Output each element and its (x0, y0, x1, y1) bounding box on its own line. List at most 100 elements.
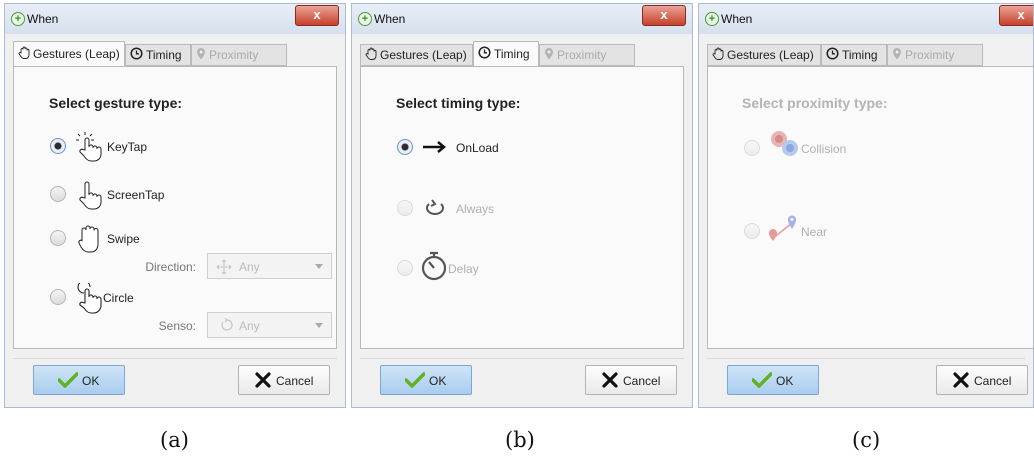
tab-label: Timing (842, 48, 878, 62)
option-label: Delay (448, 262, 479, 276)
location-pin-icon (544, 46, 554, 66)
cross-icon (255, 372, 271, 391)
dialog-window: + When x Gestures (Leap) Timing Proximit… (698, 3, 1034, 408)
cancel-button[interactable]: Cancel (585, 365, 677, 395)
close-button[interactable]: x (999, 5, 1033, 26)
tab-gestures[interactable]: Gestures (Leap) (707, 44, 821, 66)
section-heading: Select timing type: (396, 95, 521, 111)
radio-button[interactable] (397, 200, 413, 216)
tab-label: Timing (494, 47, 530, 61)
senso-label: Senso: (158, 319, 196, 333)
refresh-icon (422, 197, 448, 222)
window-title: When (374, 12, 406, 26)
caption-c: (c) (852, 428, 881, 452)
tab-timing[interactable]: Timing (821, 44, 887, 66)
chevron-down-icon (315, 264, 323, 269)
tab-label: Proximity (209, 48, 259, 62)
footer-divider (360, 358, 684, 359)
when-dialog-timing: + When x Gestures (Leap) Timing Proximit… (351, 3, 693, 408)
rotate-icon (220, 317, 234, 335)
cross-icon (602, 372, 618, 391)
radio-button[interactable] (50, 186, 66, 202)
radio-button-selected[interactable] (397, 139, 413, 155)
option-label: Always (456, 202, 495, 216)
cross-icon (953, 372, 969, 391)
dialog-window: + When x Gestures (Leap) Timing Proximit… (4, 3, 346, 408)
collision-icon (768, 128, 802, 161)
option-label: Collision (801, 142, 847, 156)
tab-bar: Gestures (Leap) Timing Proximity (13, 41, 313, 67)
tab-label: Gestures (Leap) (380, 48, 467, 62)
title-bar: + When x (352, 4, 692, 34)
dialog-window: + When x Gestures (Leap) Timing Proximit… (351, 3, 693, 408)
key-tap-icon (76, 132, 104, 165)
close-button[interactable]: x (295, 5, 339, 26)
ok-button[interactable]: OK (727, 365, 819, 395)
window-title: When (721, 12, 753, 26)
cancel-button[interactable]: Cancel (238, 365, 330, 395)
direction-select[interactable]: Any (207, 253, 332, 279)
title-bar: + When x (699, 4, 1033, 34)
clock-icon (826, 46, 839, 66)
caption-b: (b) (505, 428, 535, 452)
radio-button[interactable] (50, 230, 66, 246)
chevron-down-icon (315, 323, 323, 328)
ok-button[interactable]: OK (380, 365, 472, 395)
window-title: When (27, 12, 59, 26)
tab-timing[interactable]: Timing (473, 41, 539, 67)
option-label: KeyTap (107, 140, 148, 154)
radio-button[interactable] (744, 223, 760, 239)
radio-button[interactable] (50, 289, 66, 305)
tab-label: Proximity (557, 48, 607, 62)
cancel-button[interactable]: Cancel (936, 365, 1028, 395)
footer-divider (707, 358, 1025, 359)
cancel-label: Cancel (276, 374, 314, 388)
option-label: Near (801, 225, 828, 239)
circle-gesture-icon (76, 280, 106, 320)
tab-content: Select gesture type: KeyTap ScreenTap Sw… (13, 66, 337, 349)
option-label: OnLoad (456, 141, 499, 155)
when-dialog-proximity: + When x Gestures (Leap) Timing Proximit… (698, 3, 1034, 408)
check-icon (404, 372, 426, 391)
tab-bar: Gestures (Leap) Timing Proximity (360, 41, 660, 67)
hand-icon (18, 43, 30, 67)
ok-button[interactable]: OK (33, 365, 125, 395)
ok-label: OK (82, 374, 100, 388)
tab-proximity[interactable]: Proximity (191, 44, 287, 66)
radio-button-selected[interactable] (50, 138, 66, 154)
tab-label: Timing (146, 48, 182, 62)
cancel-label: Cancel (623, 374, 661, 388)
stopwatch-icon (419, 250, 449, 285)
tab-proximity[interactable]: Proximity (887, 44, 983, 66)
footer-divider (13, 358, 337, 359)
radio-button[interactable] (744, 140, 760, 156)
location-pin-icon (892, 46, 902, 66)
plus-circle-icon: + (11, 12, 25, 26)
title-bar: + When x (5, 4, 345, 34)
tab-proximity[interactable]: Proximity (539, 44, 635, 66)
option-label: Swipe (107, 232, 140, 246)
plus-circle-icon: + (358, 12, 372, 26)
tab-content: Select proximity type: Collision Near (707, 66, 1033, 349)
radio-button[interactable] (397, 260, 413, 276)
ok-label: OK (776, 374, 794, 388)
tab-content: Select timing type: OnLoad Always Delay (360, 66, 684, 349)
close-button[interactable]: x (642, 5, 686, 26)
move-arrows-icon (216, 259, 232, 278)
clock-icon (478, 43, 491, 67)
tab-timing[interactable]: Timing (125, 44, 191, 66)
direction-label: Direction: (145, 260, 196, 274)
cancel-label: Cancel (974, 374, 1012, 388)
option-label: Circle (103, 291, 134, 305)
arrow-right-icon (422, 139, 448, 158)
tab-gestures[interactable]: Gestures (Leap) (13, 41, 125, 67)
check-icon (57, 372, 79, 391)
tab-label: Proximity (905, 48, 955, 62)
tab-label: Gestures (Leap) (33, 47, 120, 61)
tab-bar: Gestures (Leap) Timing Proximity (707, 41, 1007, 67)
tab-gestures[interactable]: Gestures (Leap) (360, 44, 473, 66)
hand-icon (365, 46, 377, 66)
section-heading: Select proximity type: (742, 95, 888, 111)
when-dialog-gestures: + When x Gestures (Leap) Timing Proximit… (4, 3, 346, 408)
senso-select[interactable]: Any (207, 312, 332, 338)
